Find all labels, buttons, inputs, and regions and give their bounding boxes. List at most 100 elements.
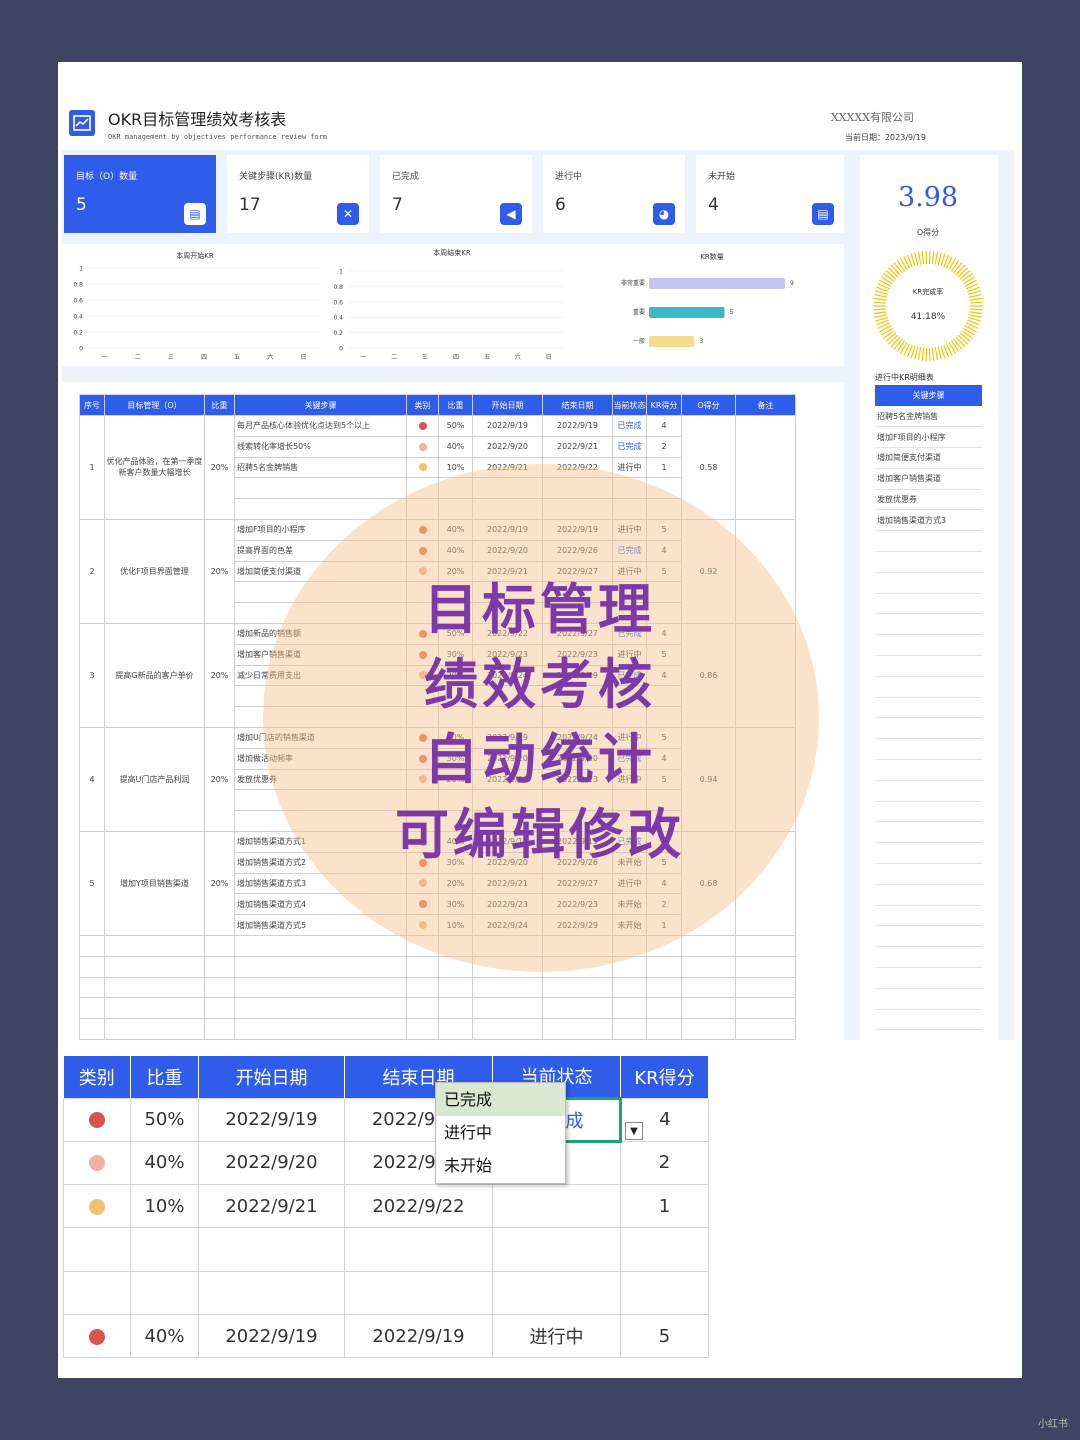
table-cell[interactable] — [406, 955, 439, 978]
table-cell[interactable]: 2022/9/19 — [542, 415, 613, 437]
table-cell[interactable] — [130, 1270, 199, 1315]
table-cell[interactable] — [620, 1227, 709, 1272]
side-table-cell[interactable] — [875, 967, 982, 989]
table-cell[interactable]: 50% — [130, 1097, 199, 1142]
side-table-cell[interactable]: 增加客户销售渠道 — [875, 468, 982, 490]
table-cell[interactable] — [104, 934, 205, 957]
side-table-cell[interactable] — [875, 634, 982, 657]
table-cell[interactable] — [612, 976, 647, 999]
table-cell[interactable] — [204, 976, 235, 999]
table-cell[interactable]: 提高G新品的客户单价 — [104, 622, 205, 728]
dropdown-option[interactable]: 已完成 — [436, 1083, 565, 1116]
table-cell[interactable] — [63, 1227, 131, 1272]
table-cell[interactable]: 已完成 — [612, 435, 647, 458]
table-cell[interactable] — [472, 997, 543, 1020]
table-cell[interactable] — [344, 1270, 493, 1315]
side-table-cell[interactable] — [875, 884, 982, 906]
side-table-cell[interactable] — [875, 593, 982, 615]
table-cell[interactable]: 20% — [204, 830, 235, 936]
table-cell[interactable] — [492, 1227, 621, 1272]
side-table-cell[interactable]: 招聘5名金牌销售 — [875, 406, 982, 428]
table-cell[interactable]: 20% — [204, 518, 235, 624]
table-cell[interactable] — [735, 997, 796, 1020]
table-cell[interactable] — [438, 1018, 473, 1040]
table-cell[interactable]: 4 — [79, 726, 105, 832]
table-cell[interactable]: 40% — [130, 1313, 199, 1359]
table-cell[interactable]: 优化产品体验，在第一季度新客户数量大幅增长 — [104, 415, 205, 520]
side-table-cell[interactable] — [875, 530, 982, 553]
table-cell[interactable] — [646, 997, 682, 1020]
side-table-cell[interactable]: 增加F项目的小程序 — [875, 426, 982, 449]
table-cell[interactable] — [79, 934, 105, 957]
table-cell[interactable] — [234, 477, 407, 500]
table-cell[interactable] — [646, 955, 682, 978]
table-cell[interactable] — [646, 1018, 682, 1040]
table-cell[interactable]: 40% — [130, 1140, 199, 1186]
table-cell[interactable] — [234, 976, 407, 999]
side-table-cell[interactable] — [875, 946, 982, 969]
dropdown-arrow-icon[interactable]: ▼ — [625, 1121, 643, 1140]
table-cell[interactable] — [472, 976, 543, 999]
table-cell[interactable] — [735, 934, 796, 957]
dropdown-option[interactable]: 未开始 — [436, 1149, 565, 1182]
table-cell[interactable]: 5 — [620, 1313, 709, 1359]
table-cell[interactable] — [204, 997, 235, 1020]
table-cell[interactable] — [344, 1227, 493, 1272]
table-cell[interactable] — [130, 1227, 199, 1272]
side-table-cell[interactable] — [875, 801, 982, 823]
table-cell[interactable]: 增加Y项目销售渠道 — [104, 830, 205, 936]
table-cell[interactable]: 1 — [620, 1184, 709, 1229]
table-cell[interactable]: 招聘5名金牌销售 — [234, 456, 407, 479]
side-table-cell[interactable] — [875, 738, 982, 761]
side-table-cell[interactable] — [875, 988, 982, 1010]
side-table-cell[interactable] — [875, 613, 982, 636]
table-cell[interactable] — [646, 976, 682, 999]
table-cell[interactable]: 2022/9/20 — [198, 1140, 345, 1186]
table-cell[interactable]: 2022/9/19 — [198, 1313, 345, 1359]
table-cell[interactable] — [234, 955, 407, 978]
table-cell[interactable] — [406, 976, 439, 999]
side-table-cell[interactable] — [875, 572, 982, 594]
side-table-cell[interactable] — [875, 1009, 982, 1031]
table-cell[interactable] — [204, 934, 235, 957]
side-table-cell[interactable]: 增加销售渠道方式3 — [875, 509, 982, 532]
table-cell[interactable] — [542, 997, 613, 1020]
side-table-cell[interactable] — [875, 676, 982, 698]
table-cell[interactable]: 线索转化率增长50% — [234, 435, 407, 458]
side-table-cell[interactable] — [875, 863, 982, 885]
table-cell[interactable] — [79, 955, 105, 978]
table-cell[interactable]: 20% — [204, 415, 235, 520]
table-cell[interactable] — [681, 976, 736, 999]
table-cell[interactable]: 3 — [79, 622, 105, 728]
table-cell[interactable]: 2022/9/19 — [472, 415, 543, 437]
table-cell[interactable] — [79, 976, 105, 999]
table-cell[interactable] — [681, 997, 736, 1020]
table-cell[interactable]: 2022/9/19 — [198, 1097, 345, 1142]
table-cell[interactable]: 1 — [646, 456, 682, 479]
table-cell[interactable] — [63, 1270, 131, 1315]
table-cell[interactable] — [406, 435, 439, 458]
table-cell[interactable] — [492, 1270, 621, 1315]
table-cell[interactable] — [104, 997, 205, 1020]
table-cell[interactable] — [735, 415, 796, 520]
table-cell[interactable]: 5 — [79, 830, 105, 936]
table-cell[interactable] — [472, 1018, 543, 1040]
table-cell[interactable] — [438, 976, 473, 999]
table-cell[interactable] — [406, 1018, 439, 1040]
table-cell[interactable]: 2022/9/21 — [198, 1184, 345, 1229]
side-table-cell[interactable] — [875, 780, 982, 802]
table-cell[interactable]: 2 — [620, 1140, 709, 1186]
table-cell[interactable] — [63, 1097, 131, 1142]
table-cell[interactable] — [612, 1018, 647, 1040]
table-cell[interactable] — [104, 976, 205, 999]
table-cell[interactable]: 进行中 — [492, 1313, 621, 1359]
table-cell[interactable] — [735, 955, 796, 978]
table-cell[interactable] — [104, 1018, 205, 1040]
side-table-cell[interactable] — [875, 842, 982, 865]
table-cell[interactable] — [234, 1018, 407, 1040]
side-table-cell[interactable] — [875, 759, 982, 781]
table-cell[interactable] — [542, 976, 613, 999]
table-cell[interactable]: 提高U门店产品利润 — [104, 726, 205, 832]
table-cell[interactable] — [198, 1227, 345, 1272]
side-table-cell[interactable] — [875, 551, 982, 573]
